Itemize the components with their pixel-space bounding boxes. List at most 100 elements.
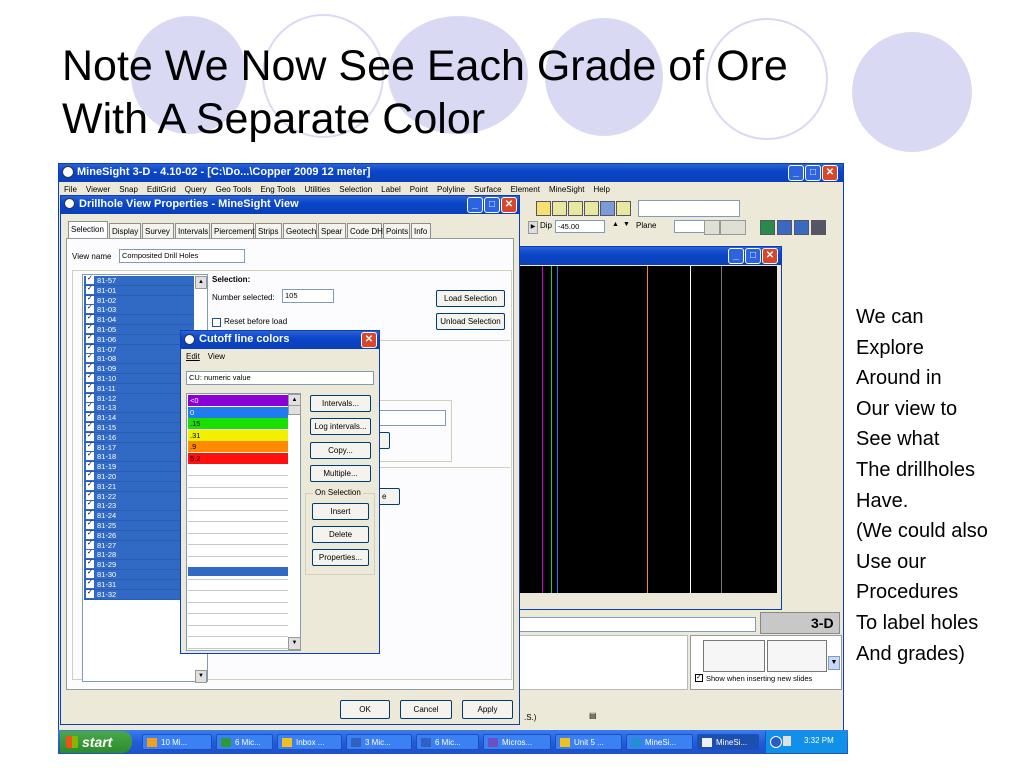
hole-list-item[interactable]: 81-11: [84, 382, 194, 394]
start-button[interactable]: start: [60, 731, 132, 753]
checkbox[interactable]: [86, 490, 94, 500]
insert-button[interactable]: Insert: [312, 503, 369, 520]
taskbar-item[interactable]: MineSi...: [626, 734, 693, 750]
cutoff-color-row[interactable]: 5.2: [188, 452, 288, 464]
hole-list-item[interactable]: 81-19: [84, 460, 194, 473]
hole-list-item[interactable]: 81-20: [84, 470, 194, 482]
tab-selection[interactable]: Selection: [68, 221, 108, 238]
properties-minimize-button[interactable]: _: [467, 197, 483, 213]
hole-list-item[interactable]: 81-13: [84, 401, 194, 414]
checkbox[interactable]: [86, 480, 94, 490]
dip-down-icon[interactable]: ▼: [623, 221, 633, 232]
hole-list-item[interactable]: 81-07: [84, 343, 194, 355]
hole-list-item[interactable]: 81-09: [84, 362, 194, 375]
checkbox[interactable]: [86, 499, 94, 510]
cutoff-empty-row[interactable]: [188, 534, 288, 545]
checkbox[interactable]: [86, 470, 94, 481]
cutoff-scroll-thumb[interactable]: [288, 405, 301, 415]
checkbox[interactable]: [86, 441, 94, 451]
cutoff-empty-row[interactable]: [188, 637, 288, 649]
checkbox[interactable]: [86, 401, 94, 412]
menu-item[interactable]: Surface: [474, 185, 502, 194]
hole-list-item[interactable]: 81-27: [84, 539, 194, 551]
menu-item[interactable]: Viewer: [86, 185, 110, 194]
hole-list-item[interactable]: 81-04: [84, 313, 194, 326]
checkbox[interactable]: [86, 382, 94, 392]
cancel-button[interactable]: Cancel: [400, 700, 452, 719]
properties-button[interactable]: Properties...: [312, 549, 369, 566]
hole-list-item[interactable]: 81-06: [84, 333, 194, 345]
hole-list-item[interactable]: 81-30: [84, 568, 194, 580]
hidden-field[interactable]: [372, 410, 446, 426]
hole-list-item[interactable]: 81-14: [84, 411, 194, 424]
unload-selection-button[interactable]: Unload Selection: [436, 313, 505, 330]
checkbox[interactable]: [86, 529, 94, 539]
tray-icon[interactable]: [770, 736, 782, 748]
tab-spear[interactable]: Spear: [318, 223, 346, 238]
checkbox[interactable]: [86, 548, 94, 559]
tab-intervals[interactable]: Intervals: [175, 223, 210, 238]
hole-list-item[interactable]: 81-57: [84, 274, 194, 286]
viewer-close-button[interactable]: ✕: [762, 248, 778, 264]
cutoff-empty-row[interactable]: [188, 580, 288, 591]
copy-button[interactable]: Copy...: [310, 442, 371, 459]
tab-strips[interactable]: Strips: [255, 223, 282, 238]
hole-list-item[interactable]: 81-18: [84, 450, 194, 463]
toolbar-icon[interactable]: [811, 220, 826, 235]
menu-item[interactable]: EditGrid: [147, 185, 176, 194]
cutoff-empty-row[interactable]: [188, 499, 288, 511]
checkbox[interactable]: [86, 578, 94, 588]
checkbox[interactable]: [86, 539, 94, 549]
taskbar-item[interactable]: 6 Mic...: [416, 734, 479, 750]
checkbox[interactable]: [86, 431, 94, 441]
menu-item[interactable]: Selection: [339, 185, 372, 194]
checkbox[interactable]: [86, 392, 94, 402]
viewer-canvas[interactable]: [518, 266, 777, 593]
view-name-field[interactable]: Composited Drill Holes: [119, 249, 245, 263]
menu-item[interactable]: Element: [511, 185, 540, 194]
properties-close-button[interactable]: ✕: [501, 197, 517, 213]
hole-list-item[interactable]: 81-28: [84, 548, 194, 561]
log-intervals-button[interactable]: Log intervals...: [310, 418, 371, 435]
apply-button[interactable]: Apply: [462, 700, 513, 719]
maximize-button[interactable]: □: [805, 165, 821, 181]
hole-list-item[interactable]: 81-22: [84, 490, 194, 502]
load-selection-button[interactable]: Load Selection: [436, 290, 505, 307]
hole-list-item[interactable]: 81-03: [84, 303, 194, 316]
tab-survey[interactable]: Survey: [142, 223, 174, 238]
close-button[interactable]: ✕: [822, 165, 838, 181]
toolbar-icon[interactable]: [600, 201, 615, 216]
cutoff-empty-row[interactable]: [188, 488, 288, 499]
menu-item[interactable]: Utilities: [304, 185, 330, 194]
checkbox[interactable]: [86, 411, 94, 422]
tab-info[interactable]: Info: [411, 223, 431, 238]
cutoff-empty-row[interactable]: [188, 626, 288, 637]
hole-list-item[interactable]: 81-10: [84, 372, 194, 384]
checkbox[interactable]: [86, 588, 94, 598]
partial-button[interactable]: e: [378, 488, 400, 505]
checkbox[interactable]: [695, 672, 703, 684]
taskbar-item[interactable]: Micros...: [483, 734, 551, 750]
hole-list-item[interactable]: 81-21: [84, 480, 194, 492]
cutoff-empty-row[interactable]: [188, 614, 288, 626]
hole-list-item[interactable]: 81-02: [84, 294, 194, 306]
checkbox[interactable]: [86, 509, 94, 520]
menu-item[interactable]: File: [64, 185, 77, 194]
ok-button[interactable]: OK: [340, 700, 390, 719]
taskbar-item[interactable]: 6 Mic...: [216, 734, 273, 750]
taskbar-item[interactable]: Inbox ...: [277, 734, 342, 750]
dip-arrow-icon[interactable]: ▶: [528, 221, 538, 234]
checkbox[interactable]: [86, 333, 94, 343]
cutoff-color-row[interactable]: <0: [188, 395, 288, 406]
cutoff-empty-row[interactable]: [188, 522, 288, 534]
hole-list-item[interactable]: 81-31: [84, 578, 194, 590]
checkbox[interactable]: [86, 274, 94, 285]
cutoff-empty-row[interactable]: [188, 476, 288, 488]
taskbar-item[interactable]: MineSi...: [697, 734, 759, 750]
checkbox[interactable]: [86, 362, 94, 373]
hole-list-item[interactable]: 81-01: [84, 284, 194, 296]
cutoff-color-row[interactable]: 0: [188, 406, 288, 418]
toolbar-field[interactable]: [638, 200, 740, 217]
menu-item[interactable]: Label: [381, 185, 401, 194]
hole-list-item[interactable]: 81-29: [84, 558, 194, 571]
